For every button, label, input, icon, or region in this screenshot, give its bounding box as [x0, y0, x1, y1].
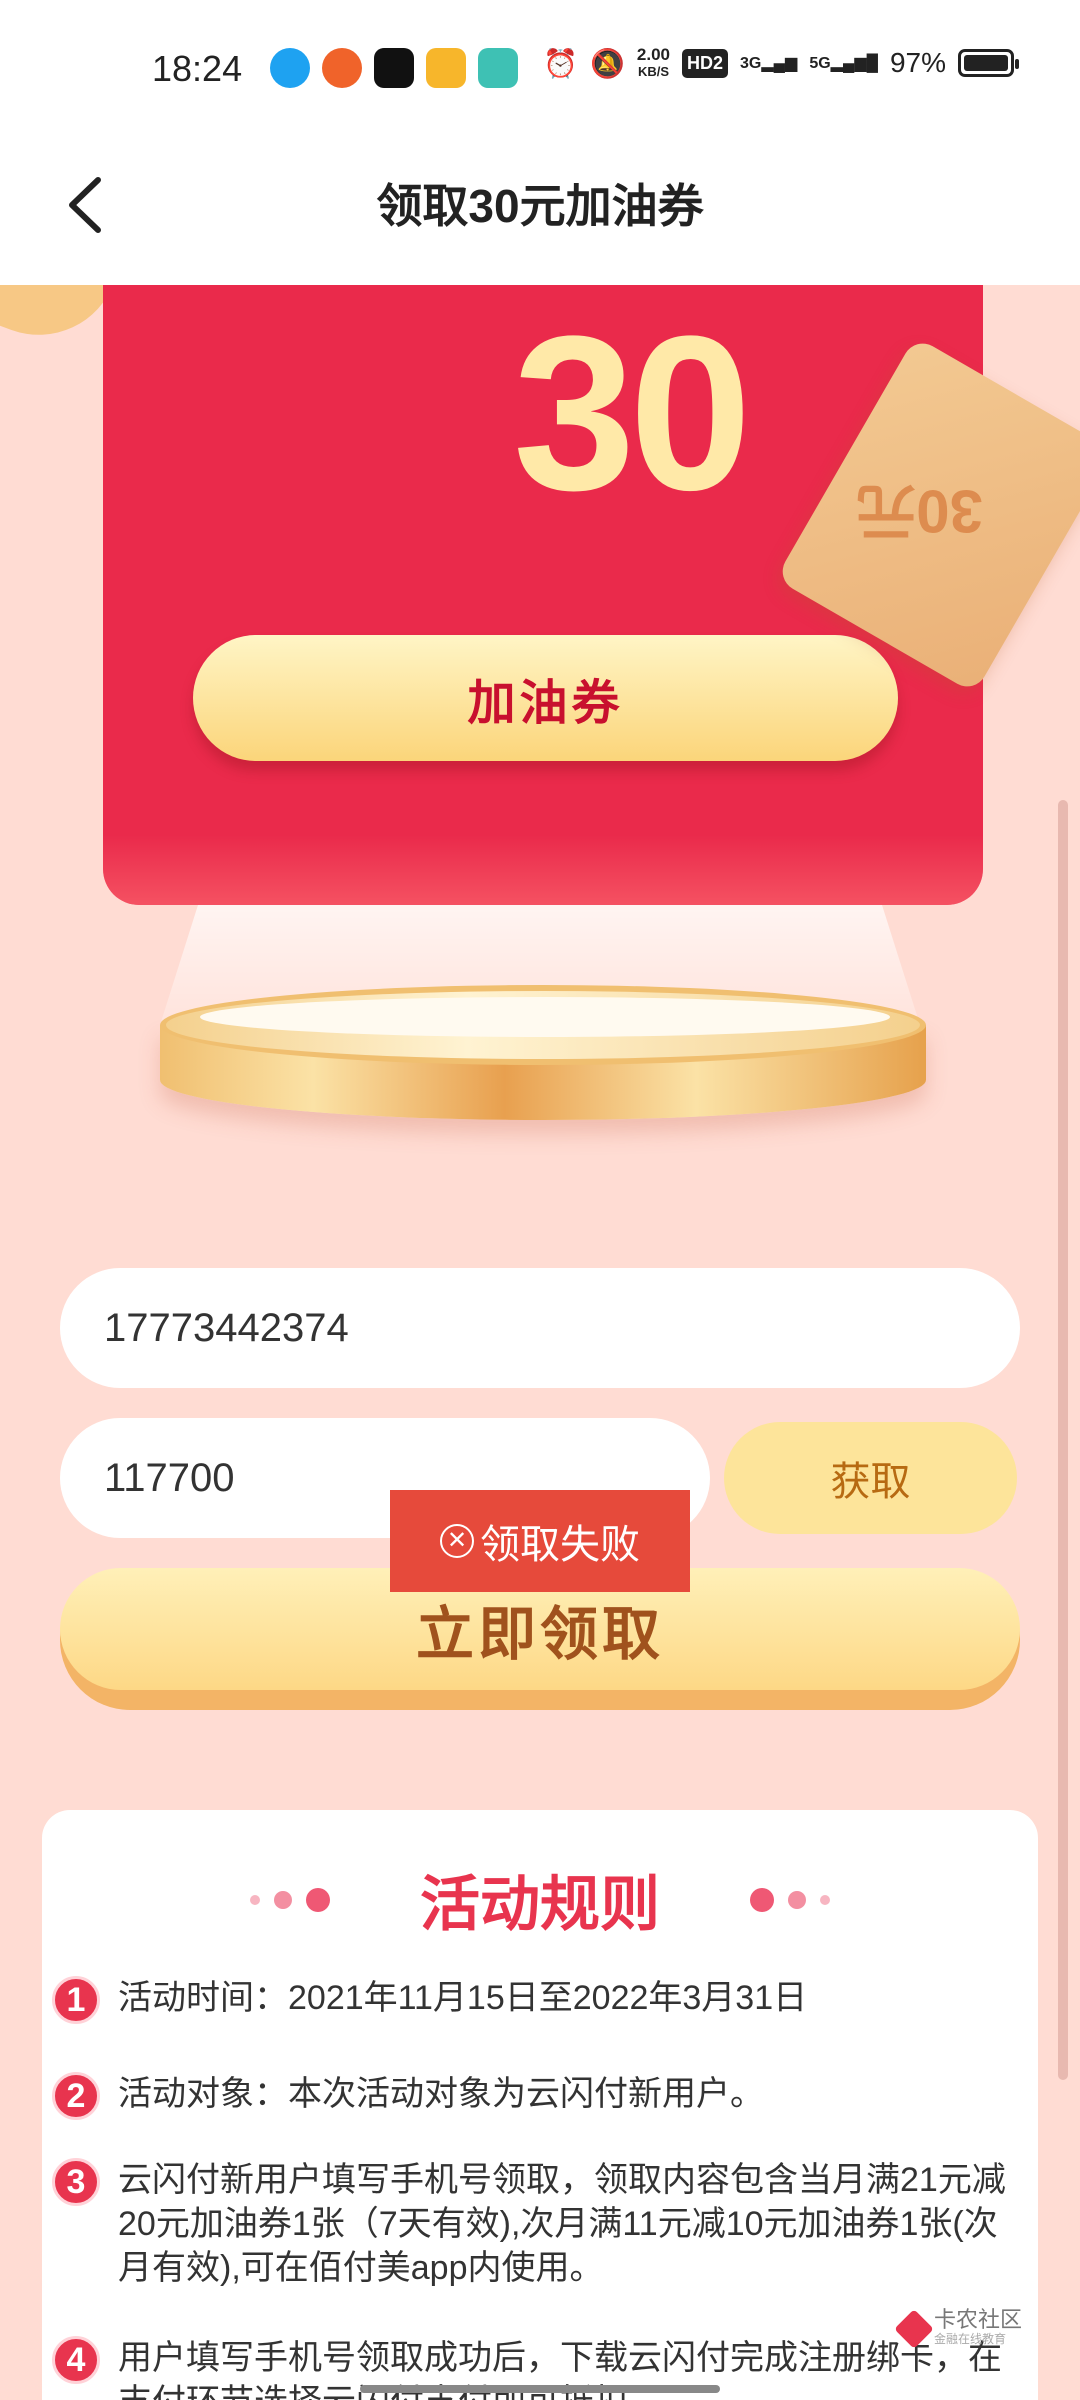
podium-glow	[200, 997, 890, 1037]
rules-title: 活动规则	[420, 1871, 660, 1938]
rules-header: 活动规则	[42, 1856, 1038, 1943]
chat-bubble-icon	[478, 48, 518, 88]
signal-3g-icon: 3G▂▄▆	[740, 55, 798, 72]
qq-icon	[270, 48, 310, 88]
network-speed: 2.00 KB/S	[636, 45, 671, 79]
watermark: 卡农社区 金融在线教育	[894, 2309, 1022, 2349]
phone-input[interactable]	[104, 1305, 1020, 1351]
coupon-label: 加油券	[193, 635, 898, 761]
get-code-button[interactable]: 获取	[724, 1422, 1017, 1534]
rule-number: 2	[52, 2072, 100, 2120]
rule-number: 3	[52, 2158, 100, 2206]
rule-item: 2 活动对象：本次活动对象为云闪付新用户。	[52, 2072, 1012, 2120]
rules-card: 活动规则 1 活动时间：2021年11月15日至2022年3月31日 2 活动对…	[42, 1810, 1038, 2400]
page-title: 领取30元加油券	[376, 180, 704, 232]
status-right: ⏰ 🔕 2.00 KB/S HD2 3G▂▄▆ 5G▂▄▆█ 97%	[543, 45, 1019, 80]
signal-5g-icon: 5G▂▄▆█	[809, 55, 878, 72]
weibo-icon	[426, 48, 466, 88]
rule-item: 3 云闪付新用户填写手机号领取，领取内容包含当月满21元减20元加油券1张（7天…	[52, 2158, 1012, 2290]
battery-percent: 97%	[889, 47, 946, 78]
watermark-logo-icon	[894, 2308, 934, 2349]
rule-text: 活动对象：本次活动对象为云闪付新用户。	[118, 2075, 764, 2113]
scrollbar[interactable]	[1058, 800, 1068, 2080]
status-bar: 18:24 ⏰ 🔕 2.00 KB/S HD2 3G▂▄▆ 5G▂▄▆█ 97%	[0, 0, 1080, 130]
status-time: 18:24	[152, 48, 243, 89]
battery-icon	[958, 49, 1019, 77]
alarm-icon: ⏰	[543, 47, 579, 79]
phone-field[interactable]	[60, 1268, 1020, 1388]
toast-message: 领取失败	[480, 1523, 640, 1567]
app-o-icon	[374, 48, 414, 88]
rule-number: 1	[52, 1976, 100, 2024]
error-circle-icon: ✕	[440, 1524, 474, 1558]
game-icon	[322, 48, 362, 88]
nav-bar: 领取30元加油券	[0, 130, 1080, 285]
rule-text: 云闪付新用户填写手机号领取，领取内容包含当月满21元减20元加油券1张（7天有效…	[118, 2161, 1006, 2287]
hero-banner: 30 元 加油券 30元	[0, 285, 1080, 1185]
hd-badge: HD2	[682, 48, 729, 78]
notification-icons	[270, 48, 518, 88]
rule-number: 4	[52, 2336, 100, 2384]
gesture-bar[interactable]	[360, 2385, 720, 2393]
rule-item: 1 活动时间：2021年11月15日至2022年3月31日	[52, 1976, 1012, 2024]
coupon-amount: 30	[513, 290, 752, 536]
dots-left-decoration	[250, 1887, 330, 1912]
rule-text: 活动时间：2021年11月15日至2022年3月31日	[118, 1979, 808, 2017]
mute-icon: 🔕	[590, 47, 625, 79]
error-toast: ✕ 领取失败	[390, 1490, 690, 1592]
dots-right-decoration	[750, 1887, 830, 1912]
